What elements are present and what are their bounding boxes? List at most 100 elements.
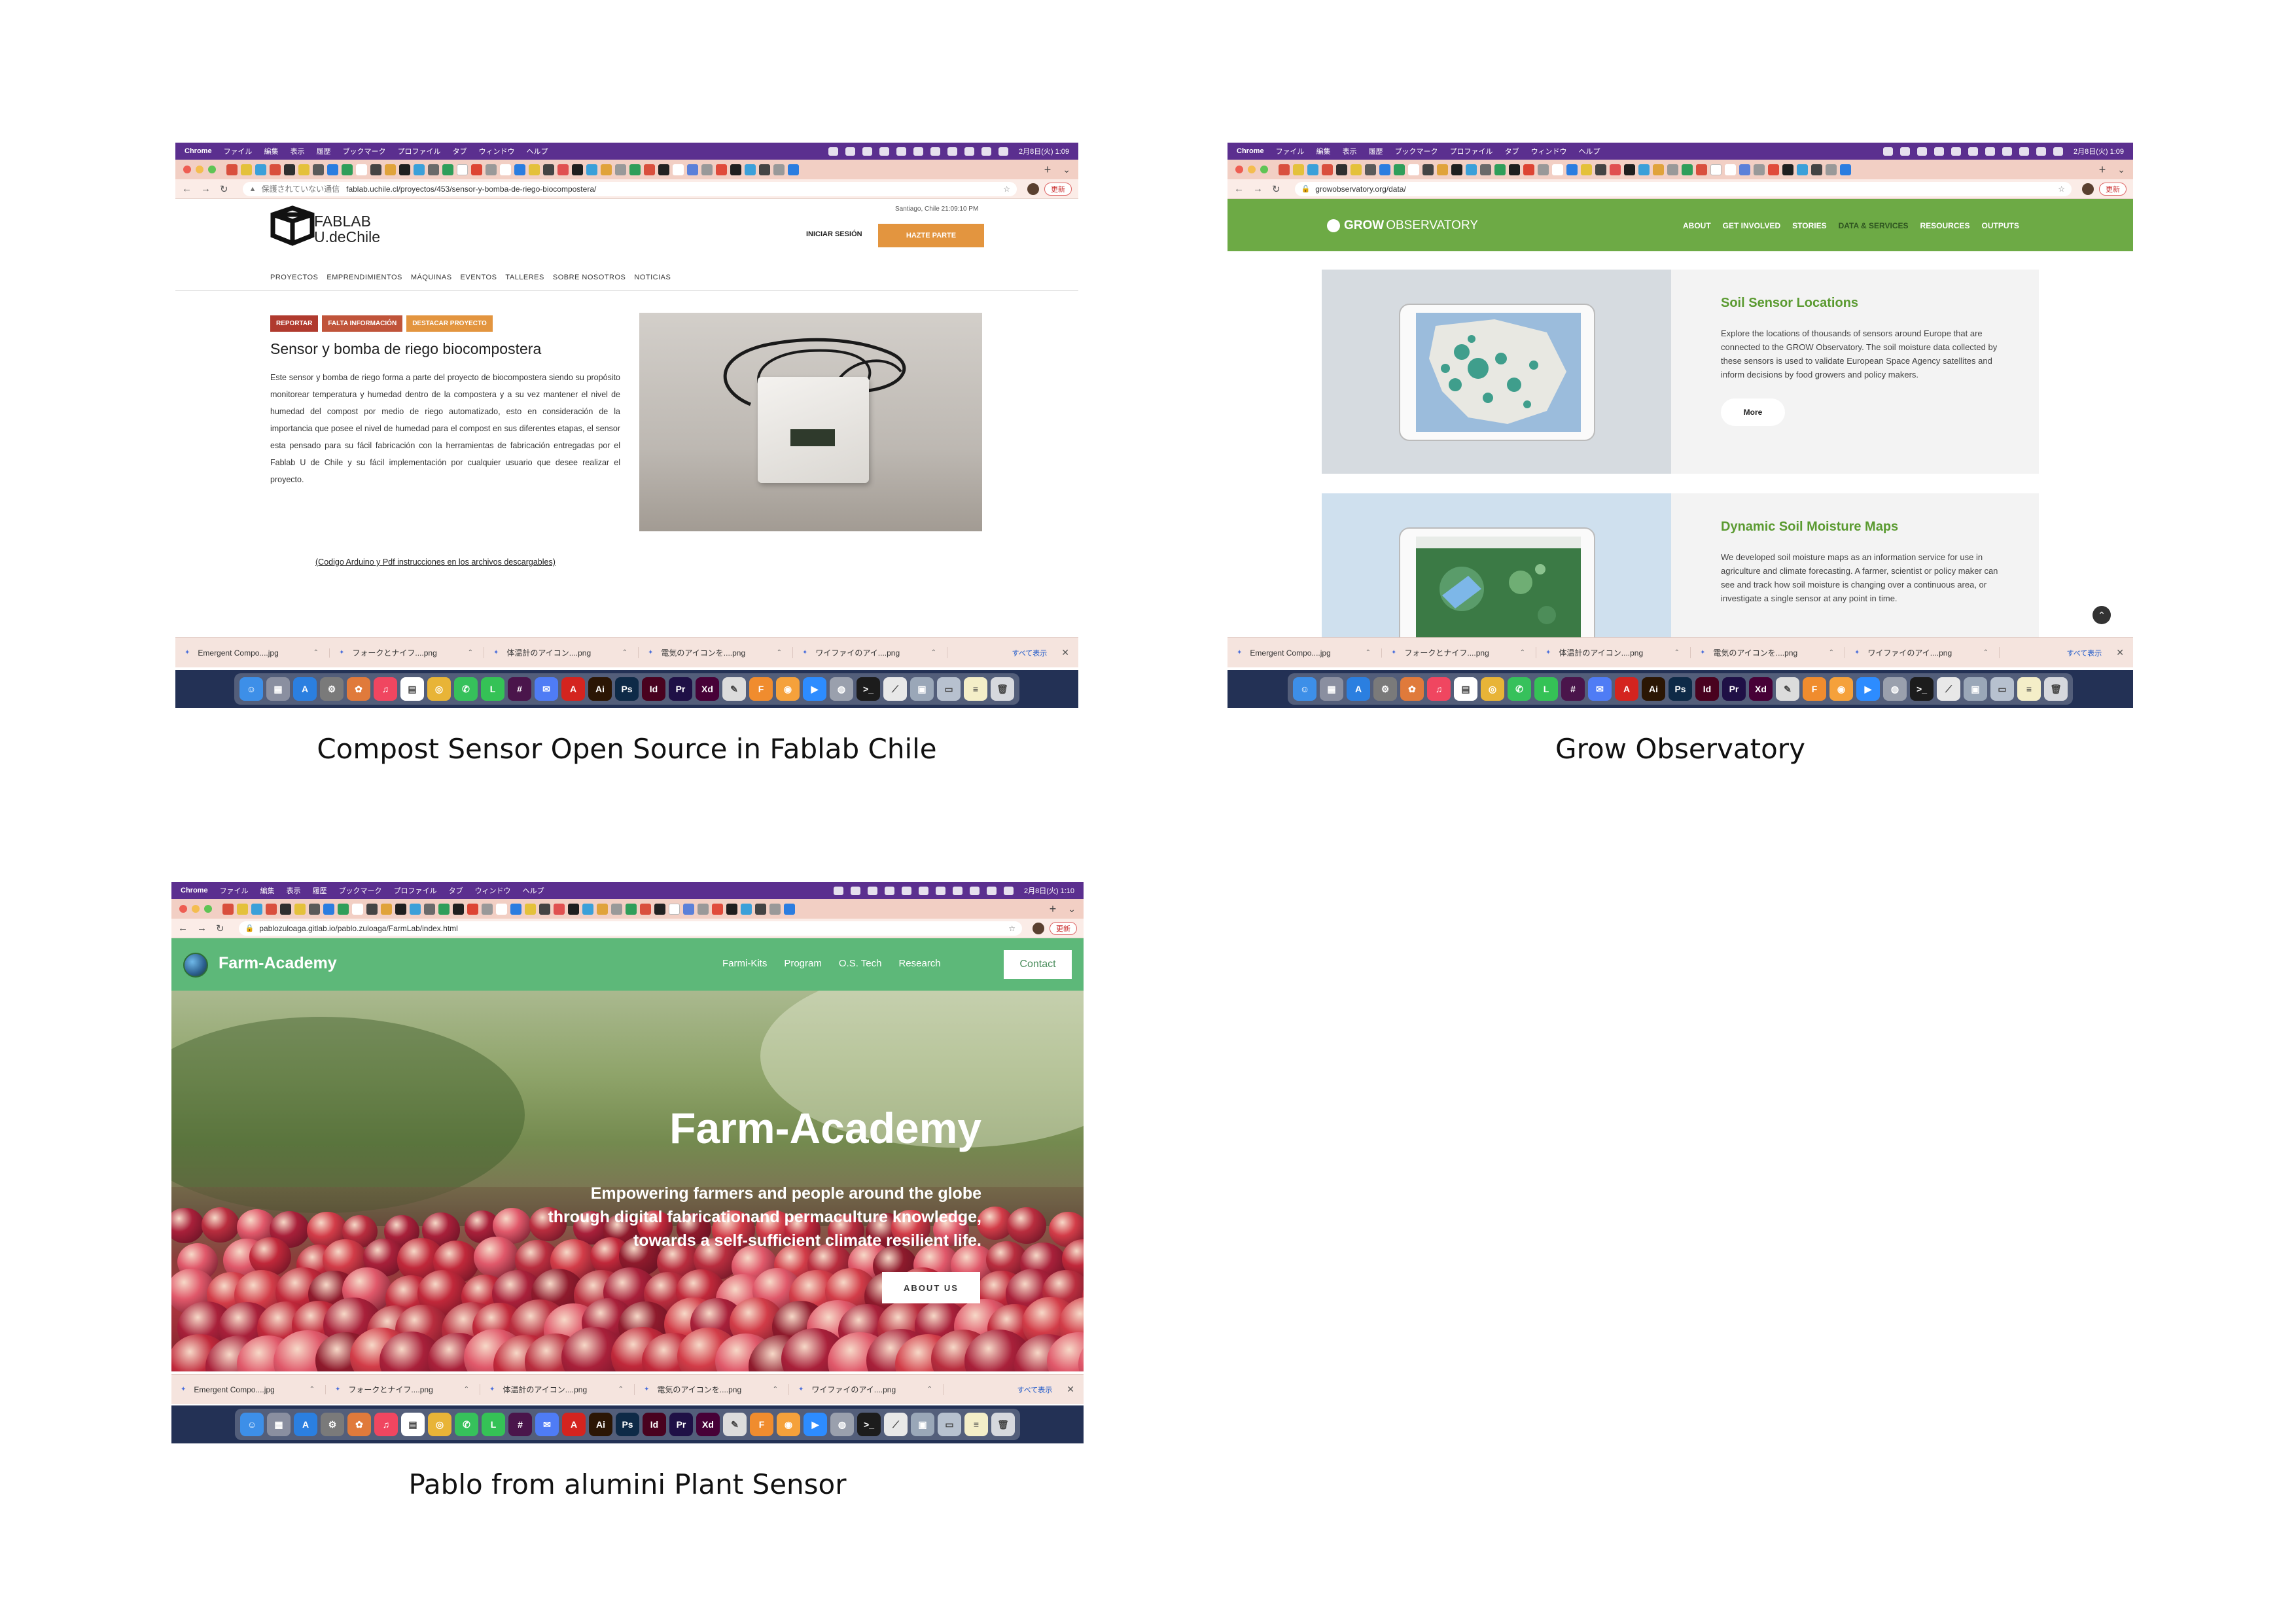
download-item[interactable]: ✦ 電気のアイコンを....png ⌃ [644,1384,789,1395]
browser-tab[interactable] [338,903,349,915]
network-icon[interactable]: ◍ [1883,677,1907,701]
screens-icon[interactable]: ▭ [937,677,961,701]
finder-icon[interactable]: ☺ [1293,677,1316,701]
browser-tab[interactable] [1840,164,1851,175]
browser-tab[interactable] [1739,164,1750,175]
browser-tab[interactable] [1682,164,1693,175]
url-text[interactable]: fablab.uchile.cl/proyectos/453/sensor-y-… [346,185,596,194]
blender-icon[interactable]: ◉ [777,1413,800,1436]
nav-item-active[interactable]: DATA & SERVICES [1839,221,1909,230]
browser-tab[interactable] [1782,164,1793,175]
app-store-icon[interactable]: A [1347,677,1370,701]
active-tab[interactable] [669,903,680,915]
music-icon[interactable]: ♫ [374,677,397,701]
minimize-window-icon[interactable] [192,905,200,913]
bookmark-star-icon[interactable]: ☆ [1008,924,1016,933]
browser-tab[interactable] [1768,164,1779,175]
browser-tab[interactable] [1653,164,1664,175]
grow-logo[interactable]: GROW OBSERVATORY [1327,219,1478,233]
trash-icon[interactable]: 🗑 [991,677,1014,701]
browser-tab[interactable] [1480,164,1491,175]
status-icon[interactable] [981,147,991,156]
nav-item[interactable]: Program [784,958,822,969]
screens-icon[interactable]: ▭ [1990,677,2014,701]
browser-tab[interactable] [352,903,363,915]
browser-tab[interactable] [755,903,766,915]
browser-tab[interactable] [438,903,450,915]
menu-app-name[interactable]: Chrome [185,147,212,155]
url-field[interactable]: ▲ 保護されていない通信 fablab.uchile.cl/proyectos/… [242,181,1017,196]
photos-icon[interactable]: ✿ [347,1413,371,1436]
terminal-icon[interactable]: >_ [857,677,880,701]
zoom-window-icon[interactable] [204,905,212,913]
status-icon[interactable] [930,147,940,156]
folder-icon[interactable]: ▣ [911,1413,934,1436]
browser-tab[interactable] [370,164,381,175]
status-icon[interactable] [2036,147,2046,156]
browser-tab[interactable] [1509,164,1520,175]
system-prefs-icon[interactable]: ⚙ [1373,677,1397,701]
browser-tab[interactable] [687,164,698,175]
tab-search-icon[interactable]: ⌄ [2117,164,2125,175]
download-item[interactable]: ✦ 体温計のアイコン....png ⌃ [493,647,639,658]
update-button[interactable]: 更新 [2099,182,2127,196]
zoom-window-icon[interactable] [1260,166,1268,173]
browser-tab[interactable] [496,903,507,915]
browser-tab[interactable] [716,164,727,175]
fusion-icon[interactable]: F [750,1413,773,1436]
messenger-icon[interactable]: ✉ [535,1413,559,1436]
active-tab[interactable] [457,164,468,175]
browser-tab[interactable] [1394,164,1405,175]
chevron-up-icon[interactable]: ⌃ [313,649,319,656]
network-icon[interactable]: ◍ [830,1413,854,1436]
browser-tab[interactable] [1667,164,1678,175]
browser-tab[interactable] [586,164,597,175]
indesign-icon[interactable]: Id [642,677,665,701]
illustrator-icon[interactable]: Ai [588,677,612,701]
chevron-up-icon[interactable]: ⌃ [309,1386,315,1393]
launchpad-icon[interactable]: ▦ [1320,677,1343,701]
chrome-icon[interactable]: ◎ [427,677,451,701]
browser-tab[interactable] [467,903,478,915]
browser-tab[interactable] [414,164,425,175]
download-item[interactable]: ✦ ワイファイのアイ....png ⌃ [802,647,947,658]
menu-item[interactable]: 表示 [1343,146,1357,156]
browser-tab[interactable] [410,903,421,915]
join-button[interactable]: HAZTE PARTE [878,224,984,247]
url-field[interactable]: 🔒 pablozuloaga.gitlab.io/pablo.zuloaga/F… [238,921,1022,936]
status-icon[interactable] [998,147,1008,156]
browser-tab[interactable] [1754,164,1765,175]
chevron-up-icon[interactable]: ⌃ [1520,649,1525,656]
status-icon[interactable] [1934,147,1944,156]
back-icon[interactable]: ← [182,183,192,194]
browser-tab[interactable] [309,903,320,915]
browser-tab[interactable] [698,903,709,915]
download-item[interactable]: ✦ フォークとナイフ....png ⌃ [335,1384,480,1395]
browser-tab[interactable] [366,903,378,915]
browser-tab[interactable] [1351,164,1362,175]
profile-avatar[interactable] [1033,922,1044,934]
browser-tab[interactable] [640,903,651,915]
launchpad-icon[interactable]: ▦ [267,1413,291,1436]
browser-tab[interactable] [572,164,583,175]
browser-tab[interactable] [654,903,665,915]
browser-tab[interactable] [673,164,684,175]
calendar-icon[interactable]: ▤ [1454,677,1477,701]
terminal-icon[interactable]: >_ [857,1413,881,1436]
back-icon[interactable]: ← [1234,183,1244,194]
chevron-up-icon[interactable]: ⌃ [1983,649,1988,656]
browser-tab[interactable] [1451,164,1462,175]
status-icon[interactable] [964,147,974,156]
close-window-icon[interactable] [179,905,187,913]
browser-tab[interactable] [482,903,493,915]
blender-icon[interactable]: ◉ [776,677,800,701]
preview-icon[interactable]: ⟋ [884,1413,908,1436]
nav-item[interactable]: SOBRE NOSOTROS [553,274,626,281]
nav-item[interactable]: O.S. Tech [839,958,882,969]
update-button[interactable]: 更新 [1044,182,1072,196]
menu-item[interactable]: 表示 [291,146,305,156]
browser-tab[interactable] [356,164,367,175]
browser-tab[interactable] [701,164,713,175]
messenger-icon[interactable]: ✉ [535,677,558,701]
browser-tab[interactable] [597,903,608,915]
